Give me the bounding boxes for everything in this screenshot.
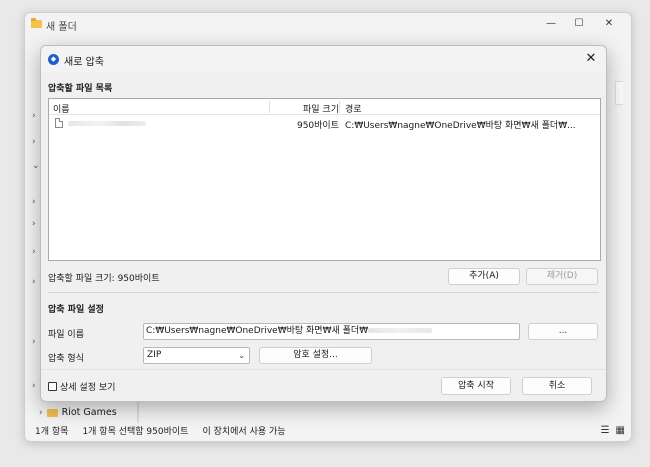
folder-icon <box>31 18 42 28</box>
maximize-button[interactable]: ☐ <box>569 16 589 32</box>
format-label: 압축 형식 <box>48 354 84 364</box>
details-view-icon[interactable]: ☰ <box>601 425 610 436</box>
status-item-count: 1개 항목 <box>35 426 69 437</box>
tiles-view-icon[interactable]: ▦ <box>616 425 625 436</box>
column-separator[interactable] <box>269 101 270 113</box>
expand-chevron-icon[interactable]: › <box>32 219 36 229</box>
archive-settings-section-title: 압축 파일 설정 <box>48 305 104 315</box>
expand-chevron-icon[interactable]: › <box>32 137 36 147</box>
collapse-chevron-icon[interactable]: ⌄ <box>32 161 40 171</box>
status-bar: 1개 항목 1개 항목 선택함 950바이트 이 장치에서 사용 가능 <box>25 419 631 441</box>
close-button[interactable]: ✕ <box>599 16 619 32</box>
file-list-header: 이름 파일 크기 경로 <box>49 99 600 115</box>
expand-chevron-icon[interactable]: › <box>32 381 36 391</box>
new-archive-dialog: ◆ 새로 압축 ✕ 압축할 파일 목록 이름 파일 크기 경로 950바이트 C… <box>40 45 607 402</box>
chevron-down-icon: ⌄ <box>238 351 245 360</box>
remove-button: 제거(D) <box>526 268 598 285</box>
dialog-titlebar: ◆ 새로 압축 ✕ <box>41 46 606 72</box>
advanced-settings-checkbox[interactable] <box>48 382 57 391</box>
archive-filename-value: C:₩Users₩nagne₩OneDrive₩바탕 화면₩새 폴더₩ <box>146 326 369 336</box>
view-toggle-group: ☰ ▦ <box>601 425 625 436</box>
expand-chevron-icon[interactable]: › <box>32 277 36 287</box>
file-list-section-title: 압축할 파일 목록 <box>48 84 113 94</box>
archive-format-select[interactable]: ZIP ⌄ <box>143 347 250 364</box>
expand-chevron-icon[interactable]: › <box>32 111 36 121</box>
advanced-settings-toggle[interactable]: 상세 설정 보기 <box>48 380 115 393</box>
table-row[interactable]: 950바이트 C:₩Users₩nagne₩OneDrive₩바탕 화면₩새 폴… <box>49 117 600 131</box>
column-header-name[interactable]: 이름 <box>53 102 70 115</box>
sidebar-item-label: Riot Games <box>61 407 117 418</box>
file-size-cell: 950바이트 <box>296 121 339 131</box>
column-separator[interactable] <box>339 101 340 113</box>
expand-chevron-icon[interactable]: › <box>32 337 36 347</box>
expand-chevron-icon[interactable]: › <box>32 197 36 207</box>
expand-chevron-icon[interactable]: › <box>32 247 36 257</box>
file-list[interactable]: 이름 파일 크기 경로 950바이트 C:₩Users₩nagne₩OneDri… <box>48 98 601 261</box>
archive-filename-input[interactable]: C:₩Users₩nagne₩OneDrive₩바탕 화면₩새 폴더₩ <box>143 323 520 340</box>
minimize-button[interactable]: — <box>541 16 561 32</box>
sidebar-item-riot-games[interactable]: › Riot Games <box>39 407 117 418</box>
file-path-cell: C:₩Users₩nagne₩OneDrive₩바탕 화면₩새 폴더₩... <box>345 121 576 131</box>
folder-icon <box>46 408 58 417</box>
expand-chevron-icon[interactable]: › <box>39 408 43 418</box>
column-header-size[interactable]: 파일 크기 <box>299 102 339 115</box>
footer-divider <box>41 369 606 370</box>
add-button[interactable]: 추가(A) <box>448 268 520 285</box>
status-selection: 1개 항목 선택함 950바이트 <box>82 426 189 437</box>
document-icon <box>55 118 63 128</box>
redacted-file-name <box>68 121 146 126</box>
search-box-edge <box>615 81 623 105</box>
filename-label: 파일 이름 <box>48 330 84 340</box>
redacted-text <box>368 328 433 333</box>
format-selected-value: ZIP <box>147 350 162 360</box>
explorer-title: 새 폴더 <box>46 22 77 33</box>
explorer-titlebar: 새 폴더 — ☐ ✕ <box>25 13 631 37</box>
dialog-title: 새로 압축 <box>64 57 104 68</box>
status-availability: 이 장치에서 사용 가능 <box>202 426 286 437</box>
column-header-path[interactable]: 경로 <box>345 102 362 115</box>
set-password-button[interactable]: 암호 설정... <box>259 347 372 364</box>
total-size-label: 압축할 파일 크기: 950바이트 <box>48 274 160 284</box>
section-divider <box>48 292 599 293</box>
dialog-close-button[interactable]: ✕ <box>582 50 600 68</box>
start-compression-button[interactable]: 압축 시작 <box>441 377 511 395</box>
browse-button[interactable]: ... <box>528 323 598 340</box>
cancel-button[interactable]: 취소 <box>522 377 592 395</box>
app-icon: ◆ <box>48 54 59 65</box>
advanced-settings-label: 상세 설정 보기 <box>60 383 116 393</box>
